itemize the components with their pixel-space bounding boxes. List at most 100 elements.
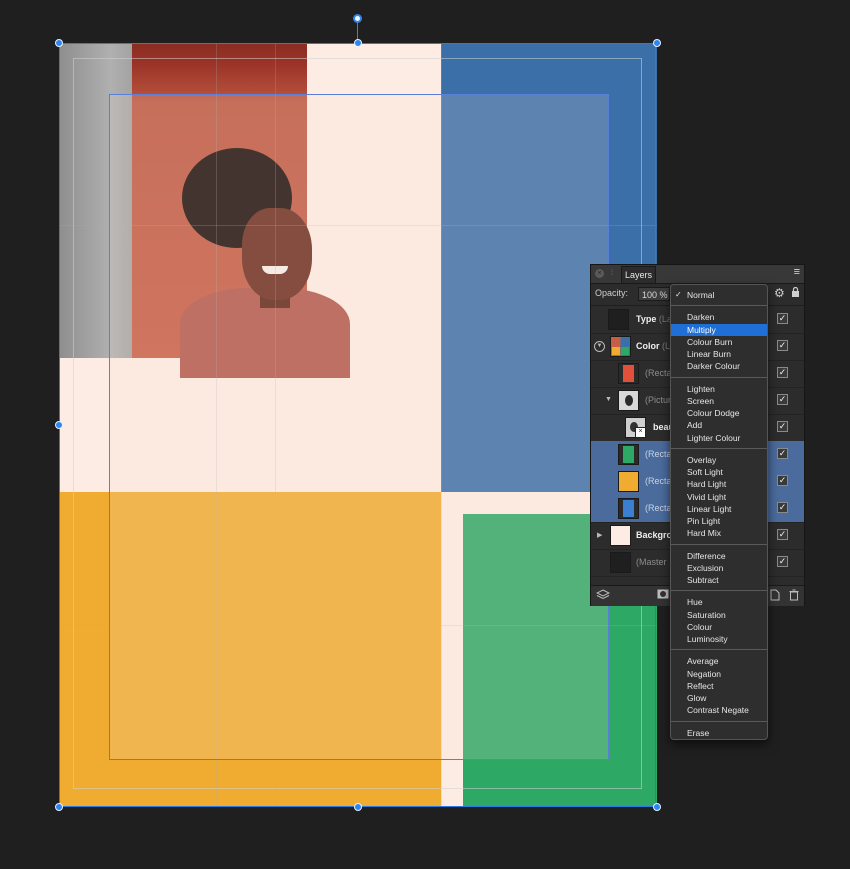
blend-mode-item-colour-dodge[interactable]: Colour Dodge bbox=[671, 407, 767, 419]
rotation-handle[interactable] bbox=[353, 14, 362, 23]
blend-mode-item-contrast-negate[interactable]: Contrast Negate bbox=[671, 704, 767, 716]
blend-mode-item-glow[interactable]: Glow bbox=[671, 692, 767, 704]
blend-mode-item-lighten[interactable]: Lighten bbox=[671, 383, 767, 395]
blend-mode-label: Linear Light bbox=[687, 503, 732, 514]
visibility-checkbox[interactable]: ✓ bbox=[777, 394, 788, 405]
layer-thumbnail bbox=[610, 552, 631, 573]
visibility-checkbox[interactable]: ✓ bbox=[777, 556, 788, 567]
blend-mode-item-subtract[interactable]: Subtract bbox=[671, 574, 767, 586]
blend-mode-item-negation[interactable]: Negation bbox=[671, 668, 767, 680]
blend-mode-label: Darken bbox=[687, 312, 715, 323]
resize-handle-bottom-left[interactable] bbox=[55, 803, 63, 811]
lock-icon[interactable] bbox=[791, 286, 800, 300]
blend-mode-label: Reflect bbox=[687, 680, 714, 691]
blend-mode-item-overlay[interactable]: Overlay bbox=[671, 454, 767, 466]
blend-mode-item-pin-light[interactable]: Pin Light bbox=[671, 515, 767, 527]
resize-handle-top-right[interactable] bbox=[653, 39, 661, 47]
blend-mode-label: Negation bbox=[687, 668, 722, 679]
blend-mode-item-darken[interactable]: Darken bbox=[671, 311, 767, 323]
blend-mode-item-soft-light[interactable]: Soft Light bbox=[671, 466, 767, 478]
blend-mode-label: Colour Burn bbox=[687, 336, 733, 347]
blend-mode-item-linear-burn[interactable]: Linear Burn bbox=[671, 348, 767, 360]
thumbnail-green-swatch bbox=[623, 446, 634, 463]
thumbnail-red-swatch bbox=[623, 365, 634, 382]
layer-thumbnail bbox=[618, 498, 639, 519]
layers-stack-icon[interactable] bbox=[595, 589, 611, 604]
blend-mode-item-hue[interactable]: Hue bbox=[671, 596, 767, 608]
menu-separator bbox=[671, 447, 767, 449]
blend-mode-item-hard-mix[interactable]: Hard Mix bbox=[671, 527, 767, 539]
blend-mode-label: Lighter Colour bbox=[687, 432, 741, 443]
blend-mode-label: Linear Burn bbox=[687, 349, 731, 359]
trash-icon[interactable] bbox=[789, 589, 799, 604]
visibility-checkbox[interactable]: ✓ bbox=[777, 421, 788, 432]
blend-mode-item-multiply[interactable]: Multiply bbox=[671, 323, 767, 336]
checkmark-icon: ✓ bbox=[675, 290, 682, 299]
resize-handle-top-left[interactable] bbox=[55, 39, 63, 47]
layer-name: (Recta bbox=[645, 449, 672, 459]
expand-icon[interactable]: ▼ bbox=[594, 341, 605, 352]
blend-mode-item-difference[interactable]: Difference bbox=[671, 550, 767, 562]
blend-mode-item-add[interactable]: Add bbox=[671, 419, 767, 431]
resize-handle-bottom[interactable] bbox=[354, 803, 362, 811]
blend-mode-item-colour[interactable]: Colour bbox=[671, 621, 767, 633]
add-layer-icon[interactable] bbox=[770, 589, 780, 604]
hamburger-menu-icon[interactable]: ≡ bbox=[794, 266, 800, 278]
layer-thumbnail bbox=[610, 336, 631, 357]
layer-name: (Recta bbox=[645, 368, 672, 378]
blend-mode-dropdown: Normal ✓ Darken Multiply Colour Burn Linear B… bbox=[670, 284, 768, 740]
resize-handle-bottom-right[interactable] bbox=[653, 803, 661, 811]
blend-mode-label: Saturation bbox=[687, 609, 726, 620]
blend-mode-item-colour-burn[interactable]: Colour Burn bbox=[671, 336, 767, 348]
menu-separator bbox=[671, 543, 767, 545]
mask-icon[interactable] bbox=[657, 589, 669, 602]
selection-bounding-box bbox=[59, 43, 656, 807]
visibility-checkbox[interactable]: ✓ bbox=[777, 502, 788, 513]
layer-thumbnail bbox=[618, 363, 639, 384]
blend-mode-label: Contrast Negate bbox=[687, 705, 749, 716]
visibility-checkbox[interactable]: ✓ bbox=[777, 340, 788, 351]
tab-layers[interactable]: Layers bbox=[621, 266, 657, 283]
blend-mode-item-hard-light[interactable]: Hard Light bbox=[671, 478, 767, 490]
blend-mode-label: Colour bbox=[687, 621, 713, 632]
opacity-field[interactable]: 100 % bbox=[638, 287, 670, 301]
blend-mode-label: Screen bbox=[687, 395, 714, 406]
visibility-checkbox[interactable]: ✓ bbox=[777, 529, 788, 540]
blend-mode-label: Colour Dodge bbox=[687, 408, 740, 418]
visibility-checkbox[interactable]: ✓ bbox=[777, 313, 788, 324]
resize-handle-left[interactable] bbox=[55, 421, 63, 429]
layer-name: (Master bbox=[636, 557, 667, 567]
blend-mode-label: Average bbox=[687, 656, 719, 667]
layer-thumbnail bbox=[618, 444, 639, 465]
blend-mode-item-erase[interactable]: Erase bbox=[671, 727, 767, 739]
blend-mode-item-normal[interactable]: Normal ✓ bbox=[671, 289, 767, 301]
layer-name: (Recta bbox=[645, 476, 672, 486]
blend-mode-label: Normal bbox=[687, 290, 715, 300]
visibility-checkbox[interactable]: ✓ bbox=[777, 475, 788, 486]
blend-mode-label: Difference bbox=[687, 550, 726, 561]
gear-icon[interactable]: ⚙ bbox=[774, 286, 785, 300]
expand-triangle-icon[interactable]: ▶ bbox=[597, 531, 602, 539]
expand-triangle-icon[interactable]: ▼ bbox=[605, 396, 612, 403]
blend-mode-label: Add bbox=[687, 420, 703, 431]
blend-mode-item-vivid-light[interactable]: Vivid Light bbox=[671, 491, 767, 503]
blend-mode-item-exclusion[interactable]: Exclusion bbox=[671, 562, 767, 574]
thumbnail-portrait bbox=[625, 395, 633, 406]
blend-mode-item-linear-light[interactable]: Linear Light bbox=[671, 503, 767, 515]
visibility-checkbox[interactable]: ✓ bbox=[777, 367, 788, 378]
document-canvas[interactable]: × ⁞ Layers ≡ Opacity: 100 % ⚙ Type (La ✓… bbox=[0, 0, 850, 869]
blend-mode-item-saturation[interactable]: Saturation bbox=[671, 609, 767, 621]
mask-badge-icon: × bbox=[635, 427, 646, 438]
blend-mode-item-darker-colour[interactable]: Darker Colour bbox=[671, 360, 767, 372]
thumbnail-blue-swatch bbox=[623, 500, 634, 517]
blend-mode-item-luminosity[interactable]: Luminosity bbox=[671, 633, 767, 645]
blend-mode-label: Exclusion bbox=[687, 562, 724, 573]
close-icon[interactable]: × bbox=[595, 269, 604, 278]
resize-handle-top[interactable] bbox=[354, 39, 362, 47]
blend-mode-item-average[interactable]: Average bbox=[671, 655, 767, 667]
blend-mode-item-reflect[interactable]: Reflect bbox=[671, 680, 767, 692]
blend-mode-item-screen[interactable]: Screen bbox=[671, 395, 767, 407]
visibility-checkbox[interactable]: ✓ bbox=[777, 448, 788, 459]
drag-grip-icon[interactable]: ⁞ bbox=[611, 270, 613, 277]
blend-mode-item-lighter-colour[interactable]: Lighter Colour bbox=[671, 432, 767, 444]
